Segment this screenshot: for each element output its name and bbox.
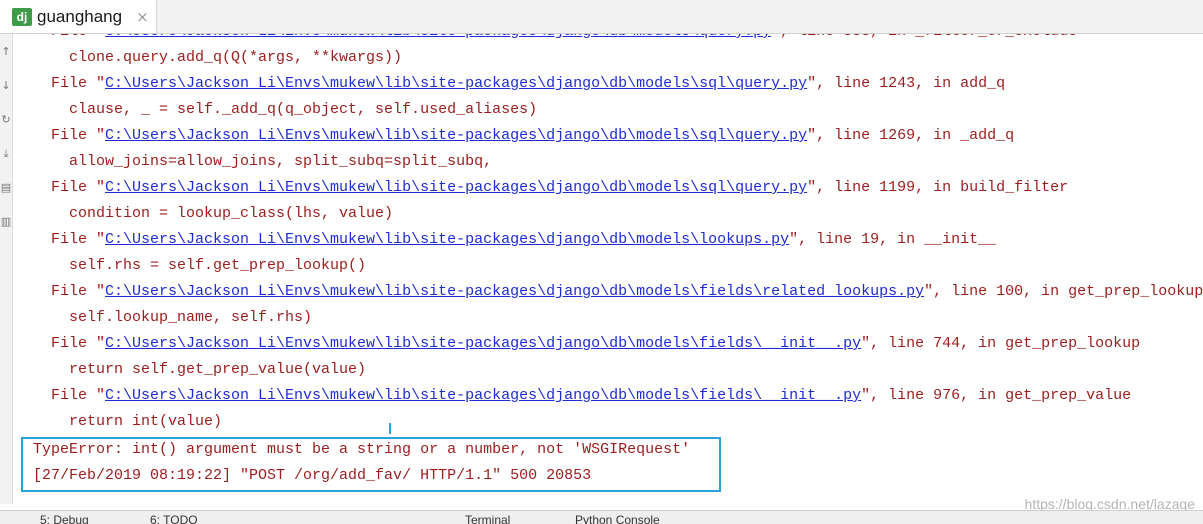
tab-python-console[interactable]: Python Console [575,513,660,524]
file-path-link[interactable]: C:\Users\Jackson Li\Envs\mukew\lib\site-… [105,127,807,144]
file-path-link[interactable]: C:\Users\Jackson Li\Envs\mukew\lib\site-… [105,231,789,248]
file-suffix: ", line 888, in _filter_or_exclude [771,34,1077,40]
file-path-link[interactable]: C:\Users\Jackson Li\Envs\mukew\lib\site-… [105,75,807,92]
traceback-file-line: File "C:\Users\Jackson Li\Envs\mukew\lib… [33,177,1068,199]
file-suffix: ", line 1243, in add_q [807,75,1006,92]
rerun-icon[interactable]: ↻ [0,114,12,126]
arrow-up-icon[interactable]: ↑ [0,46,12,58]
file-path-link[interactable]: C:\Users\Jackson Li\Envs\mukew\lib\site-… [105,335,861,352]
bottom-tool-bar: 5: Debug 6: TODO Terminal Python Console [0,510,1203,524]
file-suffix: ", line 744, in get_prep_lookup [861,335,1141,352]
file-prefix: File " [33,179,106,196]
file-path-link[interactable]: C:\Users\Jackson Li\Envs\mukew\lib\site-… [105,387,861,404]
file-prefix: File " [33,387,106,404]
traceback-file-line: File "C:\Users\Jackson Li\Envs\mukew\lib… [33,281,1203,303]
close-icon[interactable]: × [136,8,149,26]
text-caret [389,423,391,434]
traceback-code-line: self.rhs = self.get_prep_lookup() [33,257,367,274]
file-suffix: ", line 100, in get_prep_lookup [924,283,1203,300]
file-suffix: ", line 976, in get_prep_value [861,387,1132,404]
traceback-file-line: File "C:\Users\Jackson Li\Envs\mukew\lib… [33,385,1131,407]
file-prefix: File " [33,34,105,40]
traceback-code-line: clause, _ = self._add_q(q_object, self.u… [33,101,538,118]
traceback-file-line: File "C:\Users\Jackson Li\Envs\mukew\lib… [33,34,1077,43]
traceback-file-line: File "C:\Users\Jackson Li\Envs\mukew\lib… [33,125,1014,147]
file-prefix: File " [33,335,106,352]
traceback-code-line: self.lookup_name, self.rhs) [33,309,313,326]
tab-debug[interactable]: 5: Debug [40,513,89,524]
file-suffix: ", line 1269, in _add_q [807,127,1015,144]
traceback-code-line: condition = lookup_class(lhs, value) [33,205,394,222]
editor-tab-bar: dj guanghang × [0,0,1203,34]
download-icon[interactable]: ⤓ [0,148,12,160]
file-suffix: ", line 1199, in build_filter [807,179,1069,196]
trash-icon[interactable]: ▥ [0,216,12,228]
tab-guanghang[interactable]: dj guanghang × [0,0,157,33]
error-highlight-box [21,437,721,492]
django-icon: dj [12,7,32,26]
traceback-code-line: allow_joins=allow_joins, split_subq=spli… [33,153,493,170]
traceback-file-line: File "C:\Users\Jackson Li\Envs\mukew\lib… [33,73,1005,95]
traceback-file-line: File "C:\Users\Jackson Li\Envs\mukew\lib… [33,333,1140,355]
file-suffix: ", line 19, in __init__ [789,231,997,248]
traceback-code-line: return int(value) [33,413,223,430]
file-path-link[interactable]: C:\Users\Jackson Li\Envs\mukew\lib\site-… [105,283,924,300]
traceback-file-line: File "C:\Users\Jackson Li\Envs\mukew\lib… [33,229,996,251]
console-toolbar: ↑ ↓ ↻ ⤓ ▤ ▥ [0,34,13,504]
file-prefix: File " [33,283,106,300]
file-prefix: File " [33,75,106,92]
print-icon[interactable]: ▤ [0,182,12,194]
arrow-down-icon[interactable]: ↓ [0,80,12,92]
tab-terminal[interactable]: Terminal [465,513,510,524]
traceback-code-line: clone.query.add_q(Q(*args, **kwargs)) [33,49,403,66]
file-path-link[interactable]: C:\Users\Jackson Li\Envs\mukew\lib\site-… [105,179,807,196]
file-prefix: File " [33,231,106,248]
tab-label: guanghang [37,6,123,26]
file-path-link[interactable]: C:\Users\Jackson Li\Envs\mukew\lib\site-… [105,34,771,40]
traceback-code-line: return self.get_prep_value(value) [33,361,367,378]
tab-todo[interactable]: 6: TODO [150,513,198,524]
run-console-output: File "C:\Users\Jackson Li\Envs\mukew\lib… [13,34,1203,504]
file-prefix: File " [33,127,106,144]
